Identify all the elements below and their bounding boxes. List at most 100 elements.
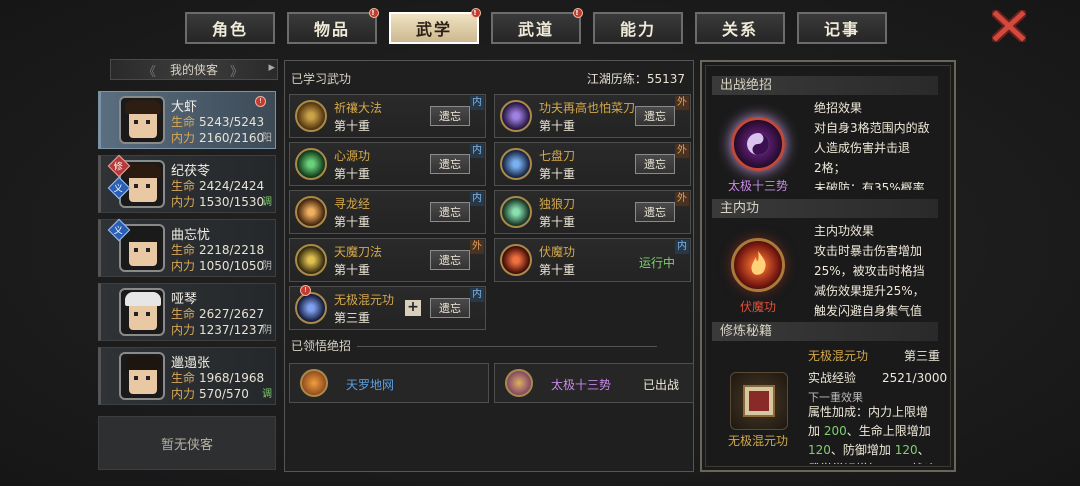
skill-icon bbox=[295, 148, 327, 180]
next-level-text: 属性加成：内力上限增加 200、生命上限增加120、防御增加 120、武学常识增… bbox=[808, 403, 948, 464]
hero-card[interactable]: 邋遢张 生命 1968/1968 内力 570/570 调 bbox=[98, 347, 276, 405]
close-button[interactable] bbox=[989, 7, 1029, 45]
yin-yang-icon bbox=[747, 133, 769, 155]
skill-name: 独狼刀 bbox=[539, 197, 576, 211]
skill-card[interactable]: 寻龙经 第十重 遗忘内 bbox=[289, 190, 486, 234]
tab-label: 物品 bbox=[313, 20, 350, 39]
portrait-avatar bbox=[119, 352, 165, 400]
forget-button[interactable]: 遗忘 bbox=[635, 202, 675, 222]
martial-arts-panel: 已学习武功 江湖历练：55137 祈禳大法 第十重 遗忘内功夫再高也怕菜刀 第十重 遗忘… bbox=[284, 60, 694, 472]
skill-card[interactable]: 心源功 第十重 遗忘内 bbox=[289, 142, 486, 186]
badge-text: 义 bbox=[114, 184, 124, 195]
skill-type-tag: 内 bbox=[470, 144, 484, 158]
alert-dot-icon: ! bbox=[300, 285, 311, 296]
battle-effect-text: 对自身3格范围内的敌 人造成伤害并击退 2格； 未破防：有35%概率 bbox=[814, 118, 944, 190]
mp-label: 内力 bbox=[171, 323, 196, 337]
forget-button[interactable]: 遗忘 bbox=[430, 106, 470, 126]
ultimate-name: 天罗地网 bbox=[346, 378, 395, 392]
forget-button[interactable]: 遗忘 bbox=[430, 154, 470, 174]
ultimate-card[interactable]: 天罗地网 bbox=[289, 363, 489, 403]
effect-part: 、战斗 bbox=[899, 462, 935, 464]
effect-part: 、防御增加 bbox=[830, 443, 895, 457]
skill-icon bbox=[295, 100, 327, 132]
inner-effect-text: 攻击时暴击伤害增加25%，被攻击时格挡减伤效果提升25%，触发闪避自身集气值+1… bbox=[814, 241, 944, 317]
mp-value: 570/570 bbox=[199, 387, 249, 401]
manual-icon-name: 无极混元功 bbox=[727, 434, 788, 448]
skill-name: 寻龙经 bbox=[334, 197, 371, 211]
effect-line: 对自身3格范围内的敌 bbox=[814, 121, 930, 135]
hp-label: 生命 bbox=[171, 115, 196, 129]
tab-1[interactable]: 物品! bbox=[287, 8, 379, 44]
manual-exp-label: 实战经验 bbox=[808, 371, 857, 385]
skill-icon bbox=[500, 148, 532, 180]
effect-line: 120、防御增加 120、 bbox=[808, 441, 948, 460]
tab-2[interactable]: 武学! bbox=[389, 8, 481, 44]
hero-card[interactable]: 哑琴 生命 2627/2627 内力 1237/1237 阴 bbox=[98, 283, 276, 341]
jianghu-exp: 江湖历练：55137 bbox=[586, 72, 685, 86]
hp-value: 2627/2627 bbox=[199, 307, 265, 321]
tab-bar: 角色 物品! 武学! 武道! 能力 关系 记事 bbox=[185, 8, 887, 44]
forget-button[interactable]: 遗忘 bbox=[430, 202, 470, 222]
hp-label: 生命 bbox=[171, 307, 196, 321]
manual-exp-value: 2521/3000 bbox=[882, 371, 948, 385]
skill-name: 功夫再高也怕菜刀 bbox=[539, 101, 636, 115]
collapse-arrow-icon[interactable]: ▸ bbox=[268, 60, 275, 75]
tab-label: 武学 bbox=[415, 20, 452, 39]
tab-0[interactable]: 角色 bbox=[185, 12, 275, 44]
skill-type-tag: 内 bbox=[675, 240, 689, 254]
skill-icon bbox=[295, 244, 327, 276]
forget-button[interactable]: 遗忘 bbox=[635, 154, 675, 174]
hero-mp-line: 内力 1237/1237 bbox=[171, 321, 264, 338]
effect-part: 、 bbox=[917, 443, 930, 457]
hero-card[interactable]: 纪茯苓 生命 2424/2424 内力 1530/1530 调修义 bbox=[98, 154, 276, 213]
tab-4[interactable]: 能力 bbox=[593, 12, 683, 44]
tab-label: 能力 bbox=[619, 20, 656, 39]
forget-button[interactable]: 遗忘 bbox=[430, 298, 470, 318]
ultimate-card[interactable]: 太极十三势 已出战 bbox=[494, 363, 694, 403]
effect-part: 加 bbox=[808, 424, 824, 438]
portrait-avatar bbox=[119, 288, 165, 336]
manual-skill-name: 无极混元功 bbox=[808, 349, 869, 363]
skill-card[interactable]: 无极混元功 第三重 遗忘内 +! bbox=[289, 285, 486, 330]
tab-5[interactable]: 关系 bbox=[695, 12, 785, 44]
forget-button[interactable]: 遗忘 bbox=[430, 250, 470, 270]
alert-dot-icon: ! bbox=[369, 8, 379, 18]
skill-card[interactable]: 天魔刀法 第十重 遗忘外 bbox=[289, 238, 486, 282]
hp-label: 生命 bbox=[171, 243, 196, 257]
skill-card[interactable]: 伏魔功 第十重 运行中内 bbox=[494, 238, 691, 282]
stance-badge: 调 bbox=[262, 389, 272, 400]
mp-value: 1530/1530 bbox=[199, 195, 265, 209]
tab-6[interactable]: 记事 bbox=[797, 12, 887, 44]
hp-label: 生命 bbox=[171, 179, 196, 193]
skill-card[interactable]: 独狼刀 第十重 遗忘外 bbox=[494, 190, 691, 234]
skill-card[interactable]: 功夫再高也怕菜刀 第十重 遗忘外 bbox=[494, 94, 691, 138]
effect-line: 2格； bbox=[814, 161, 846, 175]
chevron-left-icon: 《 bbox=[143, 65, 157, 80]
taiji-ultimate-icon[interactable] bbox=[731, 117, 785, 171]
skill-card[interactable]: 祈禳大法 第十重 遗忘内 bbox=[289, 94, 486, 138]
alert-dot-icon: ! bbox=[573, 8, 583, 18]
chevron-right-icon: 》 bbox=[229, 65, 243, 80]
hero-card[interactable]: 曲忘忧 生命 2218/2218 内力 1050/1050 阴义 bbox=[98, 218, 276, 277]
empty-hero-slot[interactable]: 暂无侠客 bbox=[98, 416, 276, 470]
skill-running-status: 运行中 bbox=[638, 256, 675, 270]
skill-name: 无极混元功 bbox=[334, 293, 395, 307]
tab-3[interactable]: 武道! bbox=[491, 8, 583, 44]
add-icon[interactable]: + bbox=[405, 300, 421, 316]
stance-badge: 阳 bbox=[262, 133, 272, 144]
ultimate-status: 已出战 bbox=[642, 378, 679, 392]
effect-line: 攻击时暴击伤害增加 bbox=[814, 244, 923, 258]
skill-icon bbox=[500, 100, 532, 132]
manual-icon-frame[interactable] bbox=[730, 372, 788, 430]
skill-name: 伏魔功 bbox=[539, 245, 576, 259]
hero-card[interactable]: 大虾 生命 5243/5243 内力 2160/2160 阳! bbox=[98, 91, 276, 149]
inner-effect-title: 主内功效果 bbox=[814, 224, 875, 238]
forget-button[interactable]: 遗忘 bbox=[635, 106, 675, 126]
skill-icon bbox=[500, 196, 532, 228]
skill-level: 第十重 bbox=[539, 119, 576, 133]
skill-type-tag: 内 bbox=[470, 96, 484, 110]
mp-label: 内力 bbox=[171, 259, 196, 273]
skill-card[interactable]: 七盘刀 第十重 遗忘外 bbox=[494, 142, 691, 186]
fumo-inner-icon[interactable] bbox=[731, 238, 785, 292]
hp-label: 生命 bbox=[171, 371, 196, 385]
